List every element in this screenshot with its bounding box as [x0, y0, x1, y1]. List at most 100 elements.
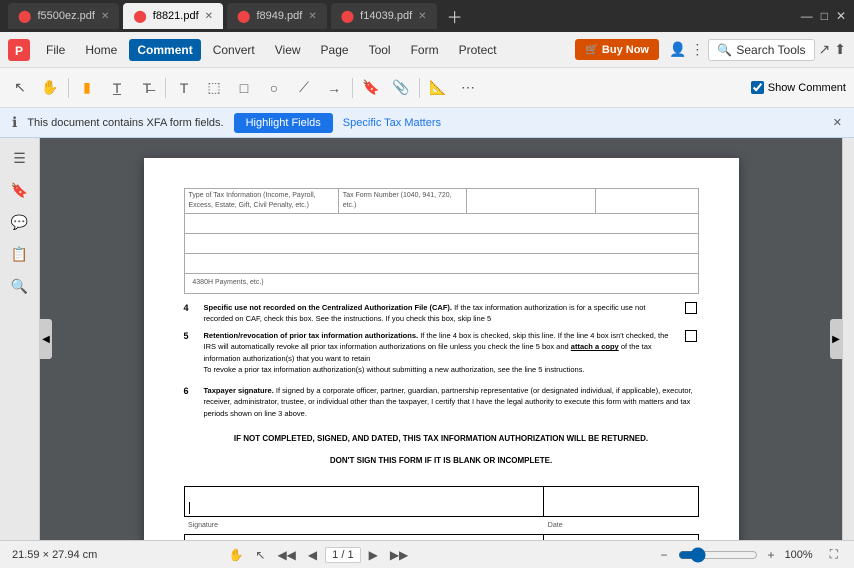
user-icon[interactable]: 👤	[669, 41, 686, 58]
warning-1: IF NOT COMPLETED, SIGNED, AND DATED, THI…	[184, 433, 699, 444]
next-page-button[interactable]: ▶	[365, 546, 382, 564]
sidebar-icon-layers[interactable]: ☰	[8, 146, 32, 170]
section4-checkbox[interactable]	[685, 302, 697, 314]
add-tab-button[interactable]: ＋	[441, 4, 469, 28]
pdf-viewer[interactable]: Type of Tax Information (Income, Payroll…	[40, 138, 842, 540]
tab-f14039[interactable]: ⬤ f14039.pdf ✕	[331, 3, 437, 29]
tab-close-f14039[interactable]: ✕	[418, 11, 426, 22]
sidebar-icon-bookmarks[interactable]: 🔖	[8, 178, 32, 202]
search-label: Search Tools	[736, 43, 805, 57]
search-tools[interactable]: 🔍 Search Tools	[708, 39, 814, 61]
specific-tax-link[interactable]: Specific Tax Matters	[343, 117, 441, 129]
cursor-tool[interactable]: ↖	[8, 76, 32, 100]
main-area: ☰ 🔖 💬 📋 🔍 ◀ Type of Tax Information (Inc…	[0, 138, 854, 540]
oval-tool[interactable]: ○	[262, 76, 286, 100]
zoom-out-button[interactable]: −	[657, 546, 672, 564]
sidebar-icon-search[interactable]: 🔍	[8, 274, 32, 298]
more-tool[interactable]: ⋯	[456, 76, 480, 100]
show-comment-checkbox-container[interactable]: Show Comment	[751, 81, 846, 94]
last-page-button[interactable]: ▶▶	[386, 546, 412, 564]
upload-icon[interactable]: ⬆	[834, 41, 846, 58]
xfa-close-button[interactable]: ✕	[833, 116, 842, 129]
callout-tool[interactable]: ⬚	[202, 76, 226, 100]
menu-form[interactable]: Form	[403, 39, 447, 61]
tab-close-f8821[interactable]: ✕	[205, 11, 213, 22]
show-comment-checkbox[interactable]	[751, 81, 764, 94]
hand-tool[interactable]: ✋	[38, 76, 62, 100]
xfa-message: This document contains XFA form fields.	[27, 117, 223, 129]
menu-convert[interactable]: Convert	[205, 39, 263, 61]
section5-checkbox[interactable]	[685, 330, 697, 342]
stamp-tool[interactable]: 🔖	[359, 76, 383, 100]
tab-close-f8949[interactable]: ✕	[308, 11, 316, 22]
window-controls: — □ ✕	[801, 9, 846, 23]
tab-label-f14039: f14039.pdf	[360, 10, 412, 22]
toolbar-separator-3	[352, 78, 353, 98]
more-options-icon[interactable]: ⋮	[690, 41, 704, 58]
menu-comment[interactable]: Comment	[129, 39, 200, 61]
tab-f8949[interactable]: ⬤ f8949.pdf ✕	[227, 3, 327, 29]
bottom-bar: 21.59 × 27.94 cm ✋ ↖ ◀◀ ◀ 1 / 1 ▶ ▶▶ − +…	[0, 540, 854, 568]
collapse-sidebar-right-button[interactable]: ▶	[830, 319, 842, 359]
tab-f5500ez[interactable]: ⬤ f5500ez.pdf ✕	[8, 3, 119, 29]
arrow-tool[interactable]: →	[322, 76, 346, 100]
strikethrough-tool[interactable]: T̶	[135, 76, 159, 100]
underline-tool[interactable]: T̲	[105, 76, 129, 100]
menu-file[interactable]: File	[38, 39, 73, 61]
highlight-tool[interactable]: ▮	[75, 76, 99, 100]
svg-text:P: P	[15, 44, 23, 58]
fit-page-button[interactable]: ⛶	[826, 545, 842, 564]
section6-title: Taxpayer signature.	[204, 386, 274, 395]
section-6: 6 Taxpayer signature. If signed by a cor…	[184, 385, 699, 419]
line-tool[interactable]: ⟋	[292, 76, 316, 100]
show-comment-label: Show Comment	[768, 82, 846, 94]
menu-page[interactable]: Page	[313, 39, 357, 61]
pdf-content: Type of Tax Information (Income, Payroll…	[184, 188, 699, 540]
external-link-icon[interactable]: ↗	[819, 41, 831, 58]
zoom-slider[interactable]	[678, 547, 758, 563]
measure-tool[interactable]: 📐	[426, 76, 450, 100]
xfa-notification-bar: ℹ This document contains XFA form fields…	[0, 108, 854, 138]
hand-tool-icon[interactable]: ✋	[224, 546, 247, 564]
menu-view[interactable]: View	[267, 39, 309, 61]
cursor-tool-icon[interactable]: ↖	[251, 546, 269, 564]
maximize-button[interactable]: □	[821, 9, 828, 23]
left-sidebar: ☰ 🔖 💬 📋 🔍	[0, 138, 40, 540]
page-indicator[interactable]: 1 / 1	[325, 547, 360, 563]
section6-text: If signed by a corporate officer, partne…	[204, 386, 693, 418]
section-4: 4 Specific use not recorded on the Centr…	[184, 302, 699, 325]
search-icon: 🔍	[717, 43, 732, 57]
prev-page-button[interactable]: ◀	[304, 546, 321, 564]
menu-tool[interactable]: Tool	[361, 39, 399, 61]
menu-protect[interactable]: Protect	[451, 39, 505, 61]
shape-tool[interactable]: □	[232, 76, 256, 100]
first-page-button[interactable]: ◀◀	[273, 546, 299, 564]
tab-close-f5500ez[interactable]: ✕	[101, 11, 109, 22]
sidebar-icon-comments[interactable]: 💬	[8, 210, 32, 234]
sidebar-icon-pages[interactable]: 📋	[8, 242, 32, 266]
toolbar-separator-1	[68, 78, 69, 98]
close-button[interactable]: ✕	[836, 9, 846, 23]
tab-label-f8949: f8949.pdf	[256, 10, 302, 22]
dimensions-display: 21.59 × 27.94 cm	[12, 549, 97, 561]
app-logo: P	[8, 39, 30, 61]
tab-f8821[interactable]: ⬤ f8821.pdf ✕	[123, 3, 223, 29]
buy-now-button[interactable]: 🛒 Buy Now	[575, 39, 659, 60]
section-5: 5 Retention/revocation of prior tax info…	[184, 330, 699, 375]
collapse-sidebar-left-button[interactable]: ◀	[40, 319, 52, 359]
xfa-info-icon: ℹ	[12, 114, 17, 131]
zoom-in-button[interactable]: +	[764, 546, 779, 564]
toolbar: ↖ ✋ ▮ T̲ T̶ T ⬚ □ ○ ⟋ → 🔖 📎 📐 ⋯ Show Com…	[0, 68, 854, 108]
warning-2: DON'T SIGN THIS FORM IF IT IS BLANK OR I…	[184, 455, 699, 466]
section4-title: Specific use not recorded on the Central…	[204, 303, 453, 312]
section5-text3: To revoke a prior tax information author…	[204, 365, 585, 374]
attach-tool[interactable]: 📎	[389, 76, 413, 100]
text-comment-tool[interactable]: T	[172, 76, 196, 100]
minimize-button[interactable]: —	[801, 9, 813, 23]
zoom-level: 100%	[785, 549, 820, 561]
highlight-fields-button[interactable]: Highlight Fields	[234, 113, 333, 133]
section5-attach-copy: attach a copy	[571, 342, 619, 351]
menu-home[interactable]: Home	[77, 39, 125, 61]
warning-block: IF NOT COMPLETED, SIGNED, AND DATED, THI…	[184, 433, 699, 467]
zoom-controls: − + 100% ⛶	[657, 545, 842, 564]
